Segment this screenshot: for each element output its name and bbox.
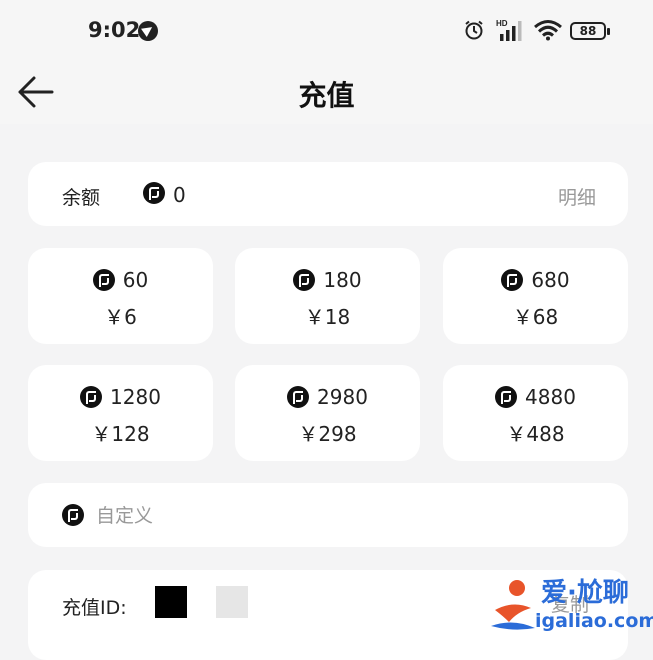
page-title: 充值: [298, 79, 355, 112]
recharge-id-redacted-block: [155, 586, 187, 618]
package-coins: 60: [122, 268, 149, 292]
detail-link[interactable]: 明细: [558, 183, 596, 210]
package-coins: 4880: [525, 385, 576, 409]
package-price: ￥6: [104, 305, 137, 329]
package-price: ￥18: [304, 305, 351, 329]
status-bar: 9:02 HD 88: [0, 0, 653, 62]
balance-label: 余额: [62, 187, 101, 209]
package-coins: 1280: [110, 385, 161, 409]
watermark-text: 爱·尬聊: [541, 578, 629, 608]
package-option-3[interactable]: 680 ￥68: [443, 248, 628, 344]
package-price: ￥488: [506, 422, 565, 446]
coin-icon: [62, 504, 84, 526]
package-coins: 2980: [317, 385, 368, 409]
package-option-6[interactable]: 4880 ￥488: [443, 365, 628, 461]
package-option-1[interactable]: 60 ￥6: [28, 248, 213, 344]
watermark-logo-icon: [491, 580, 535, 630]
custom-amount-card: [28, 483, 628, 547]
battery-icon: 88: [570, 22, 610, 40]
package-price: ￥68: [512, 305, 559, 329]
navigation-icon: [138, 21, 158, 41]
alarm-icon: [465, 20, 483, 40]
package-price: ￥128: [91, 422, 150, 446]
wifi-icon: [534, 20, 562, 41]
network-label: HD: [496, 19, 508, 28]
coin-icon: [80, 385, 103, 408]
coin-icon: [495, 385, 518, 408]
recharge-id-label: 充值ID:: [62, 597, 127, 619]
coin-icon: [501, 268, 524, 291]
custom-amount-input[interactable]: [94, 501, 498, 531]
coin-icon: [143, 182, 165, 204]
battery-level: 88: [579, 24, 597, 38]
package-option-2[interactable]: 180 ￥18: [235, 248, 420, 344]
package-option-4[interactable]: 1280 ￥128: [28, 365, 213, 461]
coin-icon: [287, 385, 310, 408]
package-coins: 680: [531, 268, 570, 292]
status-time: 9:02: [88, 18, 141, 42]
package-coins: 180: [323, 268, 362, 292]
balance-value: 0: [173, 183, 186, 207]
package-option-5[interactable]: 2980 ￥298: [235, 365, 420, 461]
recharge-id-redacted-block: [216, 586, 248, 618]
coin-icon: [293, 268, 316, 291]
header: 充值: [0, 62, 653, 124]
watermark: 爱·尬聊 igaliao.com: [483, 572, 653, 640]
coin-icon: [92, 268, 115, 291]
package-price: ￥298: [298, 422, 357, 446]
balance-card: 余额 0 明细: [28, 162, 628, 226]
watermark-url: igaliao.com: [535, 610, 653, 632]
signal-icon: HD: [496, 19, 522, 41]
